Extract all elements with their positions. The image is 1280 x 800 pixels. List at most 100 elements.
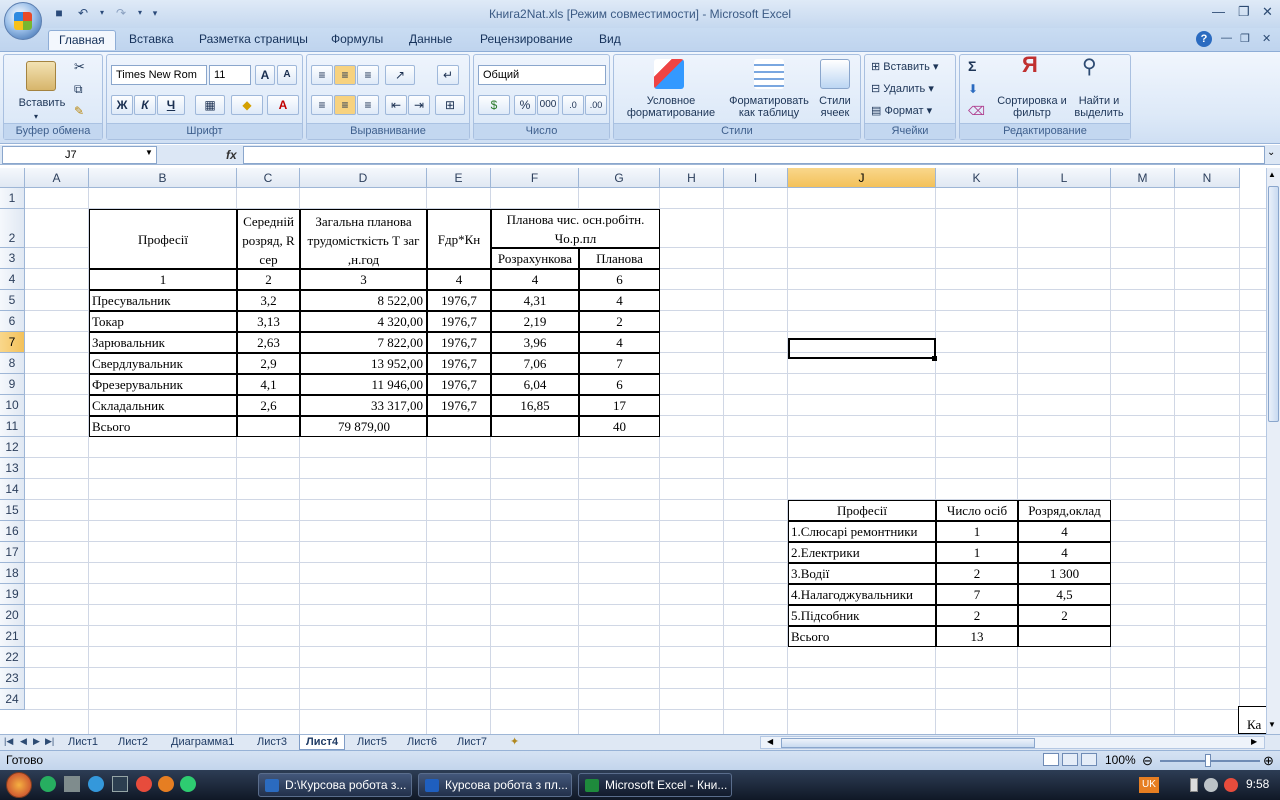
number-format-combo[interactable]: Общий [478,65,606,85]
row-header-13[interactable]: 13 [0,458,25,479]
currency-icon[interactable]: $ [478,95,510,115]
table-cell[interactable]: 6,04 [491,374,579,395]
sheet-tab-лист3[interactable]: Лист3 [251,735,293,750]
row-header-15[interactable]: 15 [0,500,25,521]
row-header-20[interactable]: 20 [0,605,25,626]
table-cell[interactable]: 3.Водії [788,563,936,584]
table-cell[interactable]: 2.Електрики [788,542,936,563]
font-size-combo[interactable]: 11 [209,65,251,85]
format-cells-button[interactable]: ▤ Формат ▾ [871,105,955,117]
table-cell[interactable]: 4.Налагоджувальники [788,584,936,605]
zoom-slider-thumb[interactable] [1205,754,1211,767]
tab-data[interactable]: Данные [399,30,462,50]
quicklaunch-app-icon[interactable] [180,776,196,792]
normal-view-icon[interactable] [1043,753,1059,766]
close-icon[interactable]: ✕ [1262,4,1273,20]
row-header-3[interactable]: 3 [0,248,25,269]
cell-styles-icon[interactable] [820,59,850,89]
first-sheet-icon[interactable]: |◀ [4,736,13,747]
table-cell[interactable]: 7 822,00 [300,332,427,353]
row-header-9[interactable]: 9 [0,374,25,395]
align-middle-icon[interactable]: ≡ [334,65,356,85]
zoom-level[interactable]: 100% [1105,751,1136,769]
language-indicator[interactable]: UK [1139,777,1159,793]
scroll-up-icon[interactable]: ▲ [1268,170,1276,179]
table-cell[interactable]: 4 [579,332,660,353]
table-cell[interactable]: 1 300 [1018,563,1111,584]
bold-button[interactable]: Ж [111,95,133,115]
taskbar-item-excel[interactable]: Microsoft Excel - Кни... [578,773,732,797]
table-cell[interactable]: 1976,7 [427,290,491,311]
column-header-m[interactable]: M [1111,168,1175,188]
name-box[interactable]: J7 [2,146,157,164]
paste-button[interactable]: Вставить [12,97,72,109]
table-cell[interactable]: 2,63 [237,332,300,353]
quicklaunch-app-icon[interactable] [112,776,128,792]
table-cell[interactable]: 8 522,00 [300,290,427,311]
formula-input[interactable] [243,146,1265,164]
row-header-24[interactable]: 24 [0,689,25,710]
column-header-d[interactable]: D [300,168,427,188]
total-cell[interactable]: 40 [579,416,660,437]
percent-button[interactable]: % [514,95,536,115]
table-cell[interactable]: 1 [936,542,1018,563]
workbook-close-icon[interactable]: ✕ [1262,32,1271,45]
autosum-icon[interactable]: Σ [968,59,976,73]
worksheet-grid[interactable]: ABCDEFGHIJKLMN 1 2 3 4 5 6 7 8 9 10 11 12 13 14 15 16 17… [0,168,1266,734]
increase-decimal-icon[interactable]: .0 [562,95,584,115]
select-all-corner[interactable] [0,168,25,188]
row-header-22[interactable]: 22 [0,647,25,668]
row-header-7[interactable]: 7 [0,332,25,353]
format-table-button[interactable]: Форматировать как таблицу [724,95,814,119]
row-header-12[interactable]: 12 [0,437,25,458]
paste-dropdown-icon[interactable]: ▾ [34,111,38,123]
clear-icon[interactable]: ⌫ [968,105,985,117]
tab-review[interactable]: Рецензирование [470,30,583,50]
scroll-right-icon[interactable]: ▶ [1251,737,1257,746]
ie-icon[interactable] [88,776,104,792]
tab-formulas[interactable]: Формулы [321,30,393,50]
table-cell[interactable]: Пресувальник [89,290,237,311]
table-cell[interactable]: Токар [89,311,237,332]
table-cell[interactable]: 33 317,00 [300,395,427,416]
row-header-19[interactable]: 19 [0,584,25,605]
sheet-tab-лист1[interactable]: Лист1 [62,735,104,750]
increase-indent-icon[interactable]: ⇥ [408,95,430,115]
table-cell[interactable]: 2 [579,311,660,332]
grow-font-icon[interactable]: A [255,65,275,85]
taskbar-item-word[interactable]: Курсова робота з пл... [418,773,572,797]
column-header-b[interactable]: B [89,168,237,188]
tray-icon[interactable] [1224,778,1238,792]
last-sheet-icon[interactable]: ▶| [45,736,54,747]
align-left-icon[interactable]: ≡ [311,95,333,115]
table-cell[interactable]: 6 [579,374,660,395]
table-cell[interactable]: 7 [579,353,660,374]
table-cell[interactable]: 7,06 [491,353,579,374]
conditional-format-icon[interactable] [654,59,684,89]
format-painter-icon[interactable]: ✎ [74,105,84,117]
header-cell[interactable]: Професії [89,209,237,269]
fill-icon[interactable]: ⬇ [968,83,978,95]
table-cell[interactable]: 3,13 [237,311,300,332]
align-center-icon[interactable]: ≡ [334,95,356,115]
insert-function-button[interactable]: fx [160,146,242,164]
column-number-cell[interactable]: 2 [237,269,300,290]
font-color-icon[interactable]: A [267,95,299,115]
table-cell[interactable]: Свердлувальник [89,353,237,374]
column-header-n[interactable]: N [1175,168,1240,188]
header-cell[interactable]: Розрахункова [491,248,579,269]
sheet-tab-лист2[interactable]: Лист2 [112,735,154,750]
header-cell[interactable]: Розряд,оклад [1018,500,1111,521]
row-header-5[interactable]: 5 [0,290,25,311]
zoom-in-icon[interactable]: ⊕ [1263,752,1274,770]
font-name-combo[interactable]: Times New Rom [111,65,207,85]
horizontal-scroll-thumb[interactable] [781,738,1035,748]
table-cell[interactable]: 11 946,00 [300,374,427,395]
opera-icon[interactable] [136,776,152,792]
delete-cells-button[interactable]: ⊟ Удалить ▾ [871,83,955,95]
column-number-cell[interactable]: 6 [579,269,660,290]
fill-handle[interactable] [932,356,937,361]
start-button[interactable] [6,772,32,798]
table-cell[interactable]: 4 [1018,521,1111,542]
header-cell[interactable]: Середній розряд, R сер [237,209,300,269]
